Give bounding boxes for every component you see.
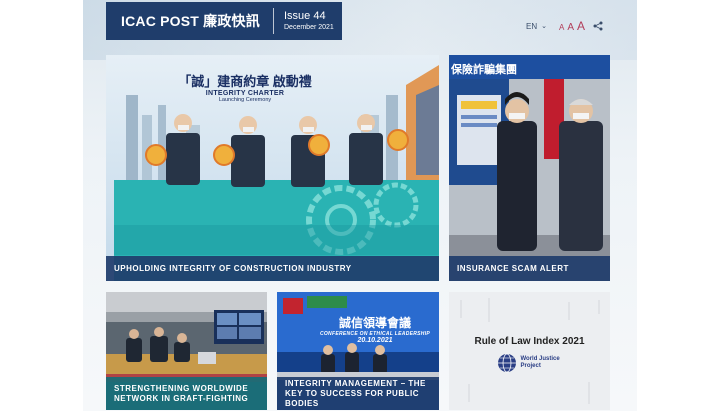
- wjp-logo-text: World Justice Project: [520, 356, 560, 369]
- wjp-logo: World Justice Project: [449, 353, 610, 373]
- story-tile-insurance[interactable]: 保險詐騙集團 INSURANCE SCAM ALERT: [449, 55, 610, 281]
- font-size-medium-button[interactable]: A: [567, 22, 574, 33]
- story-caption[interactable]: INSURANCE SCAM ALERT: [449, 256, 610, 281]
- story-caption[interactable]: STRENGTHENING WORLDWIDE NETWORK IN GRAFT…: [106, 377, 267, 410]
- banner-subtitle-2: Launching Ceremony: [218, 97, 272, 103]
- story-caption[interactable]: INTEGRITY MANAGEMENT – THE KEY TO SUCCES…: [277, 377, 439, 410]
- issue-info: Issue 44 December 2021: [274, 10, 334, 31]
- story-tile-integrity-management[interactable]: 誠信領導會議 CONFERENCE ON ETHICAL LEADERSHIP …: [277, 292, 439, 410]
- site-title[interactable]: ICAC POST 廉政快訊: [106, 11, 273, 31]
- scam-banner: 保險詐騙集團: [451, 64, 517, 76]
- banner-subtitle: INTEGRITY CHARTER: [205, 90, 285, 97]
- chevron-down-icon: ⌄: [541, 23, 547, 30]
- globe-icon: [497, 353, 516, 373]
- story-tile-rule-of-law[interactable]: Rule of Law Index 2021 World Justice Pro…: [449, 292, 610, 410]
- share-icon[interactable]: [593, 21, 603, 31]
- index-title: Rule of Law Index 2021: [474, 336, 585, 347]
- masthead[interactable]: ICAC POST 廉政快訊 Issue 44 December 2021: [106, 2, 342, 40]
- insurance-photo: [449, 55, 610, 281]
- story-caption[interactable]: UPHOLDING INTEGRITY OF CONSTRUCTION INDU…: [106, 256, 439, 281]
- font-size-large-button[interactable]: A: [577, 19, 585, 33]
- ceremony-banner: 「誠」建商約章 啟動禮 INTEGRITY CHARTER Launching …: [175, 71, 315, 103]
- issue-number: Issue 44: [284, 10, 326, 23]
- issue-date: December 2021: [284, 23, 334, 31]
- toolbar: EN ⌄ A A A: [526, 19, 603, 33]
- banner-date: 20.10.2021: [357, 337, 393, 344]
- language-label: EN: [526, 21, 538, 31]
- story-tile-construction[interactable]: 「誠」建商約章 啟動禮 INTEGRITY CHARTER Launching …: [106, 55, 439, 281]
- rule-of-law-panel: Rule of Law Index 2021 World Justice Pro…: [449, 336, 610, 373]
- banner-title: 「誠」建商約章 啟動禮: [178, 74, 312, 89]
- conference-banner: 誠信領導會議 CONFERENCE ON ETHICAL LEADERSHIP …: [313, 314, 437, 344]
- font-size-controls: A A A: [559, 19, 585, 33]
- language-selector[interactable]: EN ⌄: [526, 22, 547, 31]
- story-tile-network[interactable]: STRENGTHENING WORLDWIDE NETWORK IN GRAFT…: [106, 292, 267, 410]
- banner-title: 誠信領導會議: [338, 316, 411, 330]
- font-size-small-button[interactable]: A: [559, 23, 564, 32]
